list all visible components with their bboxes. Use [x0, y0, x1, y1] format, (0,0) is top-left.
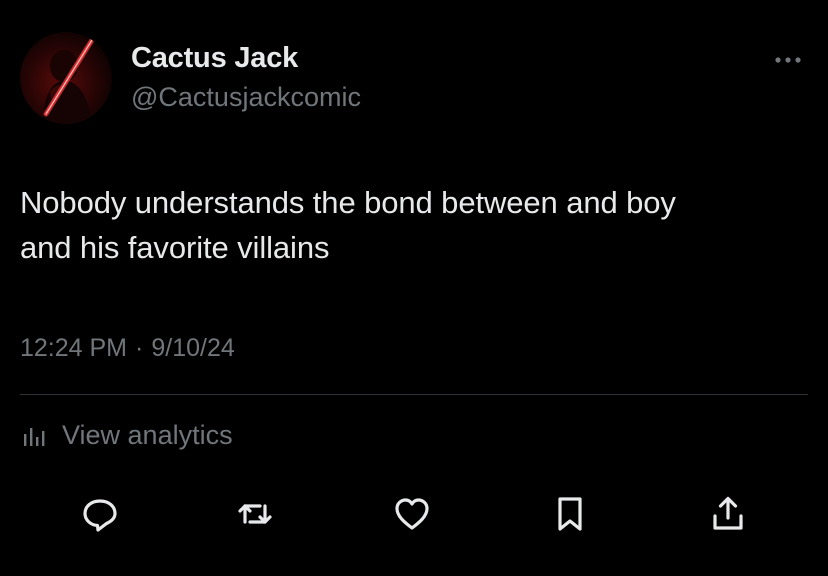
- more-horizontal-icon: [775, 57, 801, 63]
- reply-button[interactable]: [76, 490, 124, 538]
- author-display-name[interactable]: Cactus Jack: [131, 42, 298, 75]
- tweet-card: Cactus Jack @Cactusjackcomic Nobody unde…: [0, 0, 828, 576]
- like-button[interactable]: [388, 490, 436, 538]
- bookmark-icon: [558, 497, 582, 531]
- tweet-date[interactable]: 9/10/24: [151, 334, 234, 362]
- bar-chart-icon: [24, 428, 45, 446]
- repost-icon: [238, 504, 272, 524]
- bookmark-button[interactable]: [546, 490, 594, 538]
- more-options-button[interactable]: [770, 48, 806, 72]
- view-analytics-link[interactable]: View analytics: [20, 418, 233, 452]
- reply-icon: [83, 499, 117, 532]
- repost-button[interactable]: [231, 490, 279, 538]
- tweet-text-line: Nobody understands the bond between and …: [20, 185, 676, 220]
- view-analytics-label: View analytics: [62, 419, 233, 450]
- tweet-time[interactable]: 12:24 PM: [20, 334, 127, 362]
- tweet-timestamp: 12:24 PM · 9/10/24: [20, 334, 235, 363]
- share-icon: [713, 496, 743, 530]
- action-bar: [0, 490, 828, 538]
- author-handle[interactable]: @Cactusjackcomic: [131, 82, 361, 113]
- heart-icon: [395, 498, 429, 530]
- avatar[interactable]: [20, 32, 112, 124]
- divider: [20, 394, 808, 395]
- tweet-text-line: and his favorite villains: [20, 230, 330, 265]
- meta-separator: ·: [135, 334, 144, 362]
- tweet-text: Nobody understands the bond between and …: [20, 180, 810, 270]
- share-button[interactable]: [704, 490, 752, 538]
- lightsaber-villain-avatar-icon: [42, 37, 95, 124]
